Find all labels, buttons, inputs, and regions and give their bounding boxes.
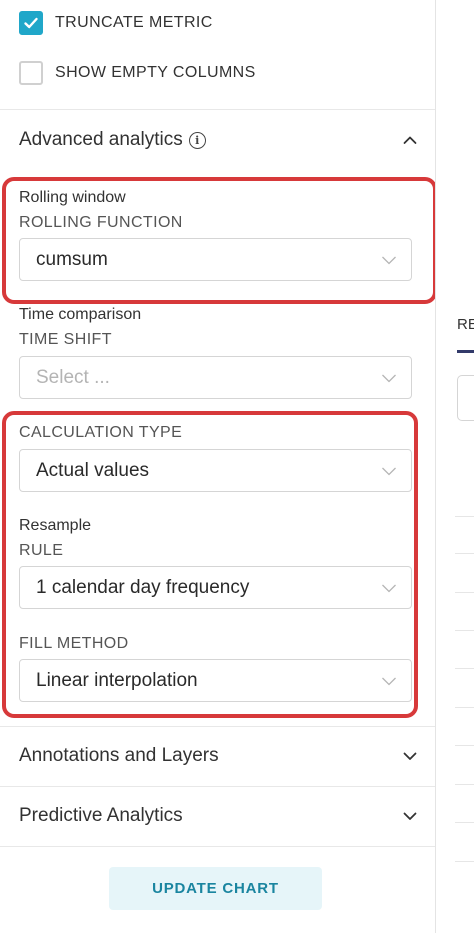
rule-select[interactable]: 1 calendar day frequency	[19, 566, 412, 609]
chevron-down-icon[interactable]	[401, 807, 419, 825]
chevron-down-icon	[382, 256, 396, 264]
rolling-function-label: ROLLING FUNCTION	[19, 214, 183, 231]
resample-title: Resample	[19, 517, 92, 534]
time-shift-select[interactable]: Select ...	[19, 356, 412, 399]
rule-label: RULE	[19, 542, 64, 559]
show-empty-columns-checkbox[interactable]	[19, 61, 43, 85]
divider	[0, 726, 436, 727]
update-chart-button[interactable]: UPDATE CHART	[109, 867, 322, 910]
advanced-analytics-title: Advanced analytics i	[19, 129, 206, 151]
right-pane-row-line	[455, 668, 474, 669]
divider	[0, 846, 436, 847]
right-pane-tab-underline	[457, 350, 474, 353]
right-pane-row-line	[455, 707, 474, 708]
rolling-window-title: Rolling window	[19, 189, 126, 206]
chevron-down-icon	[382, 374, 396, 382]
predictive-analytics-title: Predictive Analytics	[19, 805, 183, 826]
control-panel: TRUNCATE METRIC SHOW EMPTY COLUMNS Advan…	[0, 0, 437, 933]
fill-method-select[interactable]: Linear interpolation	[19, 659, 412, 702]
divider	[0, 109, 436, 110]
right-pane-row-line	[455, 553, 474, 554]
right-pane-row-line	[455, 745, 474, 746]
rolling-function-select[interactable]: cumsum	[19, 238, 412, 281]
chevron-up-icon[interactable]	[401, 131, 419, 149]
right-pane-row-line	[455, 784, 474, 785]
right-pane-input[interactable]	[457, 375, 474, 421]
divider	[0, 786, 436, 787]
calculation-type-select[interactable]: Actual values	[19, 449, 412, 492]
chevron-down-icon	[382, 677, 396, 685]
rule-value: 1 calendar day frequency	[36, 576, 250, 598]
predictive-analytics-header[interactable]: Predictive Analytics	[19, 801, 419, 831]
right-pane: RE	[436, 0, 474, 933]
check-icon	[24, 17, 38, 29]
annotations-layers-header[interactable]: Annotations and Layers	[19, 741, 419, 771]
chevron-down-icon[interactable]	[401, 747, 419, 765]
right-pane-row-line	[455, 822, 474, 823]
advanced-analytics-title-text: Advanced analytics	[19, 129, 183, 150]
show-empty-columns-row[interactable]: SHOW EMPTY COLUMNS	[19, 60, 256, 86]
fill-method-value: Linear interpolation	[36, 669, 198, 691]
advanced-analytics-header[interactable]: Advanced analytics i	[19, 125, 419, 155]
chevron-down-icon	[382, 467, 396, 475]
rolling-function-value: cumsum	[36, 248, 108, 270]
time-shift-placeholder: Select ...	[36, 366, 110, 388]
calculation-type-value: Actual values	[36, 459, 150, 481]
show-empty-columns-label: SHOW EMPTY COLUMNS	[55, 64, 256, 81]
right-pane-row-line	[455, 592, 474, 593]
right-pane-row-line	[455, 516, 474, 517]
chevron-down-icon	[382, 584, 396, 592]
right-pane-row-line	[455, 630, 474, 631]
time-shift-label: TIME SHIFT	[19, 331, 112, 348]
right-pane-tab[interactable]: RE	[457, 316, 474, 333]
annotations-layers-title: Annotations and Layers	[19, 745, 219, 766]
truncate-metric-checkbox[interactable]	[19, 11, 43, 35]
right-pane-row-line	[455, 861, 474, 862]
calculation-type-label: CALCULATION TYPE	[19, 424, 183, 441]
truncate-metric-label: TRUNCATE METRIC	[55, 14, 213, 31]
time-comparison-title: Time comparison	[19, 306, 142, 323]
info-icon[interactable]: i	[188, 131, 206, 149]
fill-method-label: FILL METHOD	[19, 635, 129, 652]
truncate-metric-row[interactable]: TRUNCATE METRIC	[19, 10, 213, 36]
